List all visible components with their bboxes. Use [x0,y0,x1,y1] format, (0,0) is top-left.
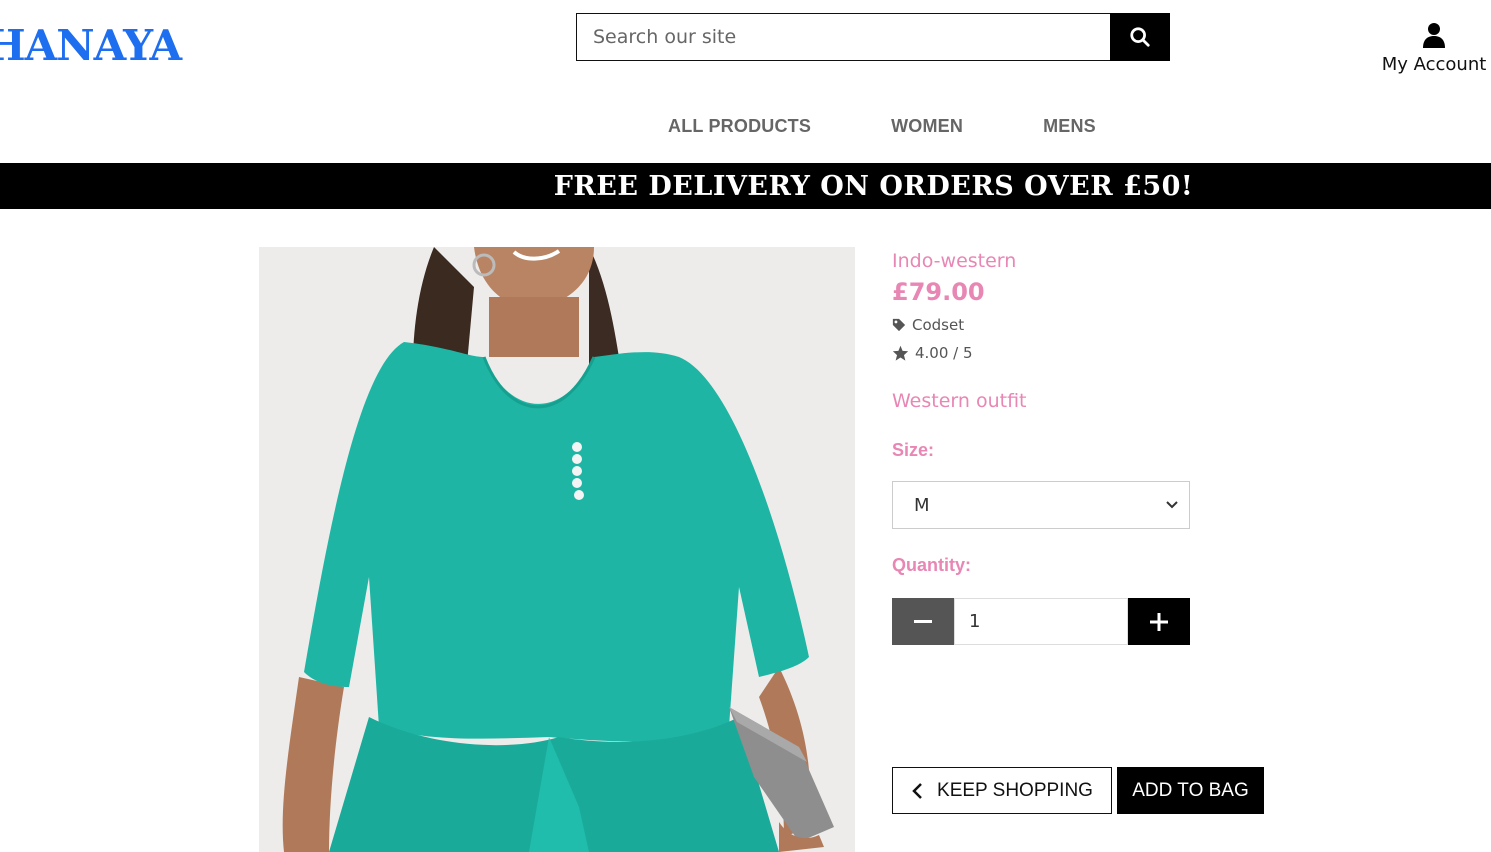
product-description: Western outfit [892,390,1027,412]
size-selected-value: M [914,494,930,516]
add-to-bag-label: ADD TO BAG [1132,779,1249,801]
increment-button[interactable] [1128,598,1190,645]
quantity-label: Quantity: [892,555,971,575]
chevron-left-icon [912,782,922,799]
keep-shopping-button[interactable]: KEEP SHOPPING [892,767,1112,814]
product-rating: 4.00 / 5 [892,344,1272,362]
nav-all-products[interactable]: ALL PRODUCTS [668,116,811,137]
product-rating-value: 4.00 / 5 [915,344,973,362]
product-category-label: Codset [912,316,965,334]
search-button[interactable] [1110,13,1170,61]
my-account-link[interactable]: My Account [1376,22,1491,75]
search-icon [1130,27,1150,47]
star-icon [892,345,909,361]
product-category[interactable]: Codset [892,316,1272,334]
search-bar [576,13,1170,61]
size-label: Size: [892,440,935,460]
add-to-bag-button[interactable]: ADD TO BAG [1117,767,1264,814]
nav-women[interactable]: WOMEN [891,116,963,137]
user-icon [1423,23,1445,48]
quantity-stepper: 1 [892,598,1190,645]
size-select[interactable]: M [892,481,1190,529]
product-name: Indo-western [892,250,1017,272]
tag-icon [892,318,906,332]
minus-icon [914,619,932,623]
plus-icon [1150,612,1168,631]
site-logo[interactable]: HANAYA [0,22,182,70]
nav-mens[interactable]: MENS [1043,116,1096,137]
product-image [259,247,855,852]
keep-shopping-label: KEEP SHOPPING [937,779,1093,801]
decrement-button[interactable] [892,598,954,645]
delivery-banner: FREE DELIVERY ON ORDERS OVER £50! [0,163,1491,209]
product-details: Indo-western £79.00 Codset 4.00 / 5 West… [892,250,1272,645]
search-input[interactable] [576,13,1110,61]
chevron-down-icon [1166,501,1178,509]
quantity-input[interactable]: 1 [954,598,1128,645]
quantity-value: 1 [969,611,981,632]
delivery-banner-text: FREE DELIVERY ON ORDERS OVER £50! [553,170,1194,202]
product-actions: KEEP SHOPPING ADD TO BAG [892,767,1264,814]
main-nav: ALL PRODUCTS WOMEN MENS [668,116,1096,137]
product-price: £79.00 [892,278,985,306]
my-account-label: My Account [1381,54,1487,75]
